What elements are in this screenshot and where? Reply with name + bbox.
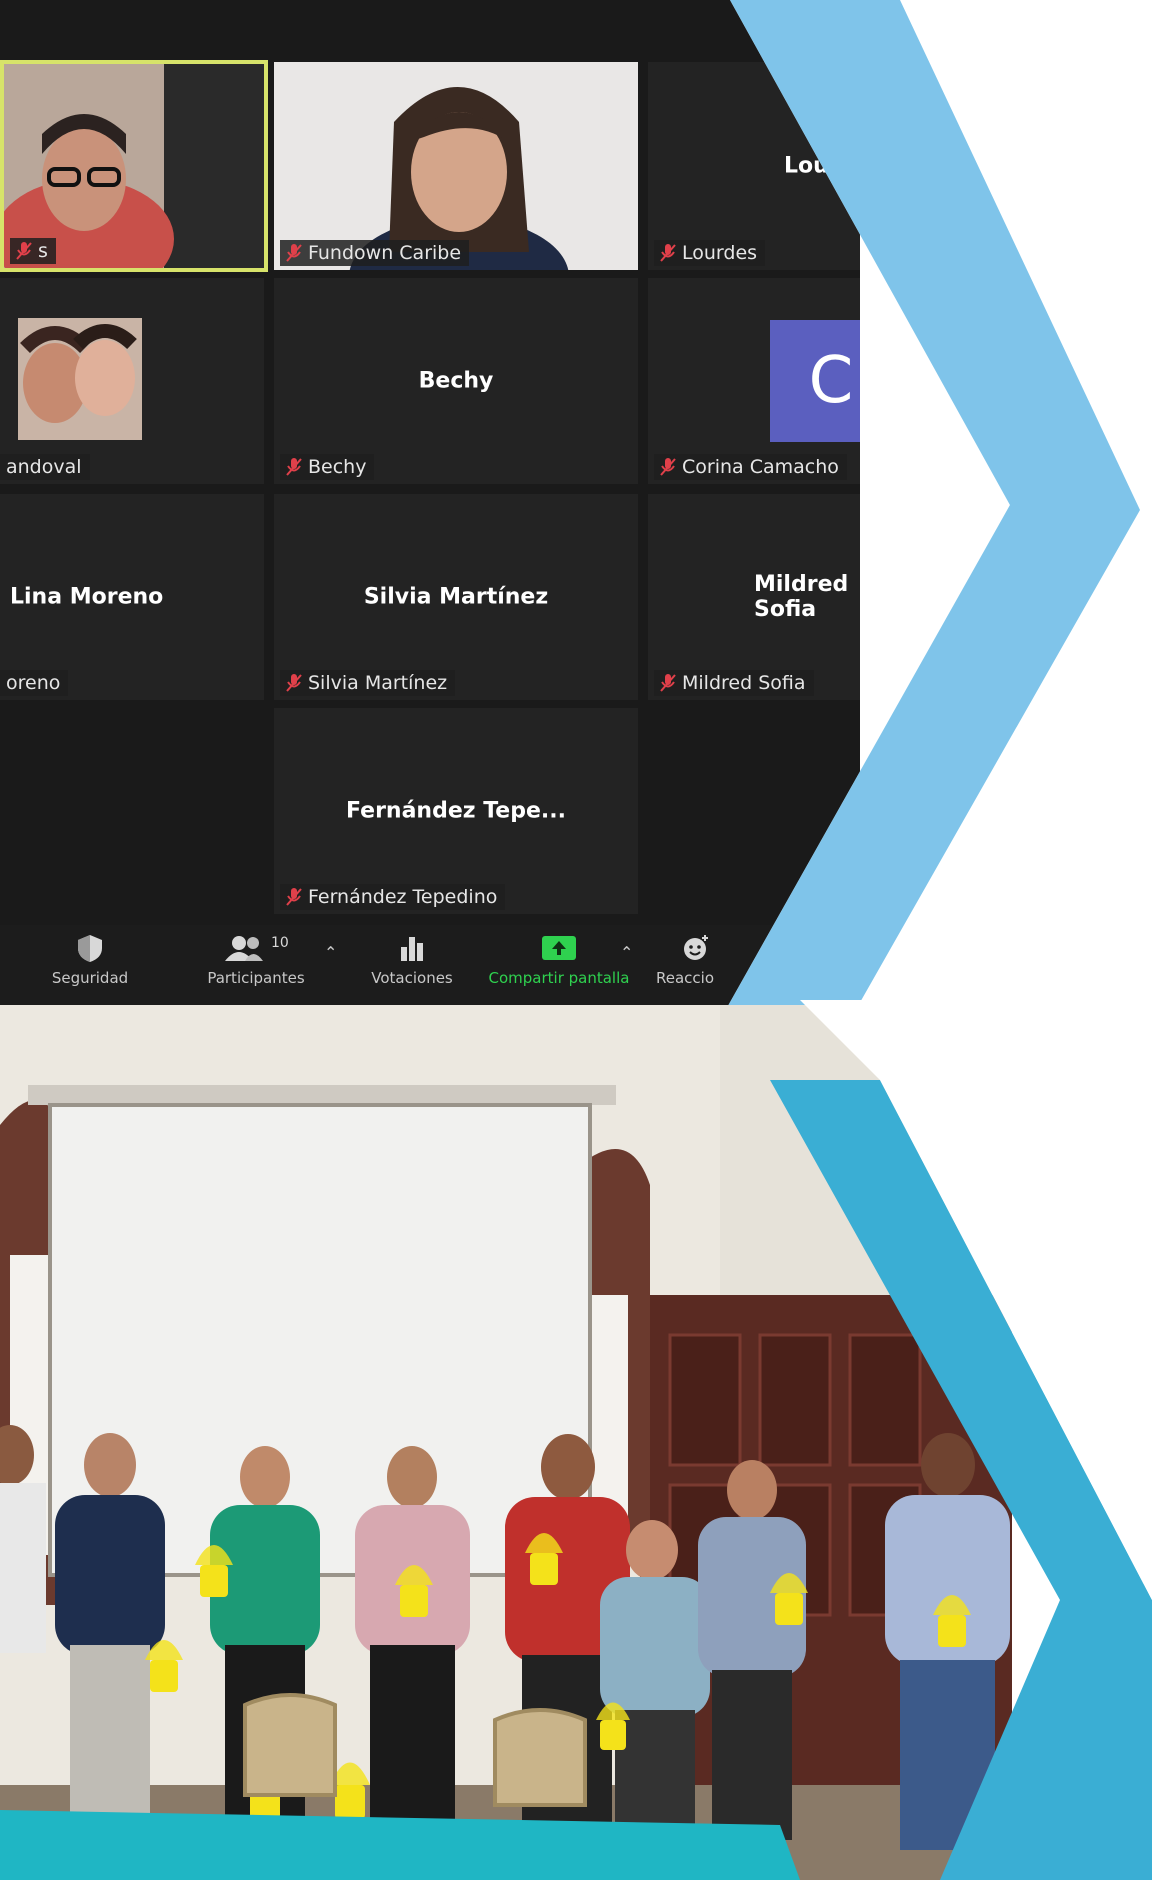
zoom-panel-diagonal-cut — [720, 0, 1152, 1020]
chevron-bottom-decoration — [770, 1000, 1152, 1880]
